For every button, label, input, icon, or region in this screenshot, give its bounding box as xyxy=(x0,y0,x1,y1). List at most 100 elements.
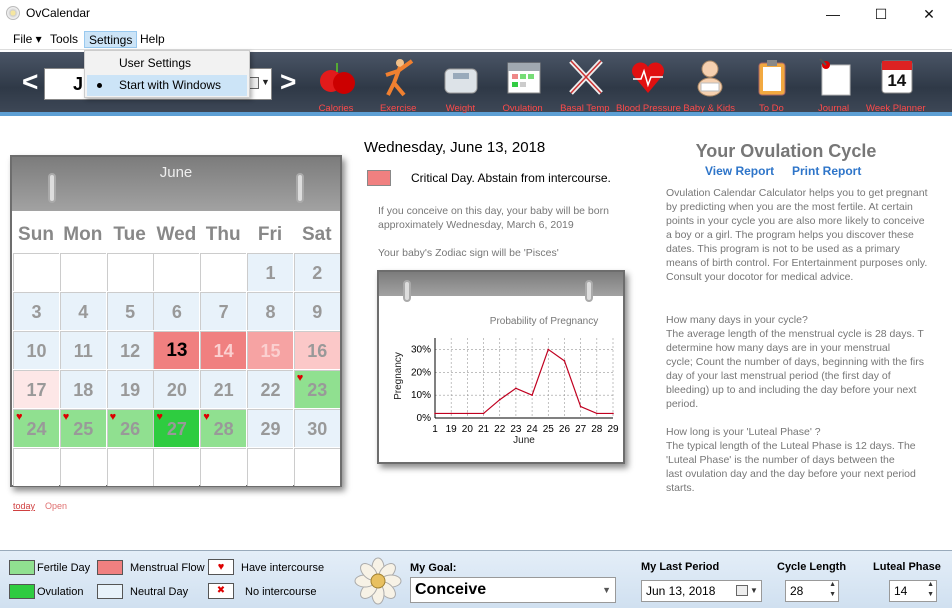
calendar-day-cell[interactable]: 30 xyxy=(293,409,340,447)
view-report-link[interactable]: View Report xyxy=(705,164,774,178)
calendar-day-cell[interactable]: 29 xyxy=(247,409,293,447)
goal-label: My Goal: xyxy=(410,562,457,574)
calendar-day-cell[interactable]: 21 xyxy=(200,370,247,408)
menu-start-with-windows[interactable]: Start with Windows xyxy=(87,75,247,96)
cycle-length-stepper[interactable]: 28 ▲ ▼ xyxy=(785,580,839,602)
selected-date-title: Wednesday, June 13, 2018 xyxy=(364,139,546,156)
toolbar-exercise-button[interactable]: Exercise xyxy=(367,52,429,116)
chart-x-tick: 19 xyxy=(446,424,458,435)
toolbar-ovulation-button[interactable]: Ovulation xyxy=(492,52,554,116)
month-calendar: June Sun Mon Tue Wed Thu Fri Sat 1 2 3 4 5 6 7 8 9 10 11 1… xyxy=(10,155,342,487)
weekday-header: Tue xyxy=(113,224,146,245)
luteal-phase-stepper[interactable]: 14 ▲ ▼ xyxy=(889,580,937,602)
calendar-day-cell[interactable]: 16 xyxy=(293,331,340,369)
app-flower-icon xyxy=(6,6,20,20)
menu-settings[interactable]: Settings xyxy=(84,31,138,48)
info-text-line: last ovulation day and the day before yo… xyxy=(666,468,916,480)
toolbar-journal-button[interactable]: Journal xyxy=(803,52,865,116)
luteal-phase-value: 14 xyxy=(894,584,908,598)
calendar-day-cell[interactable]: 28 ♥ xyxy=(200,409,247,447)
spinner-arrows-icon[interactable]: ▲ ▼ xyxy=(829,580,836,600)
prev-date-button[interactable]: < xyxy=(22,66,38,98)
next-date-button[interactable]: > xyxy=(280,66,296,98)
day-number: 3 xyxy=(31,302,42,322)
chevron-down-icon: ▼ xyxy=(261,77,270,87)
calendar-day-cell[interactable]: 6 xyxy=(153,292,200,330)
toolbar-to-do-button[interactable]: To Do xyxy=(740,52,802,116)
calendar-day-cell[interactable]: 5 xyxy=(106,292,153,330)
day-number: 18 xyxy=(73,380,94,400)
calendar-day-cell[interactable]: 4 xyxy=(59,292,106,330)
last-period-date-picker[interactable]: Jun 13, 2018 ▼ xyxy=(641,580,762,602)
toolbar-baby-kids-button[interactable]: Baby & Kids xyxy=(678,52,740,116)
calendar-day-cell[interactable]: 10 xyxy=(13,331,59,369)
toolbar-calories-button[interactable]: Calories xyxy=(305,52,367,116)
calendar-day-cell[interactable]: 11 xyxy=(59,331,106,369)
open-link[interactable]: Open xyxy=(45,501,67,511)
calendar-day-cell[interactable]: 1 xyxy=(247,253,293,291)
today-link[interactable]: today xyxy=(13,501,35,511)
calendar-day-cell[interactable]: 20 xyxy=(153,370,200,408)
calendar-day-cell xyxy=(106,448,153,486)
no-intercourse-icon: ✖ xyxy=(208,583,234,599)
calendar-day-cell[interactable]: 7 xyxy=(200,292,247,330)
chart-x-tick: 1 xyxy=(432,424,438,435)
day-number: 30 xyxy=(307,419,328,439)
day-number: 8 xyxy=(265,302,276,322)
ovulation-swatch xyxy=(9,584,35,599)
toolbar-item-label: Journal xyxy=(818,103,850,114)
maximize-button[interactable]: ☐ xyxy=(858,0,904,28)
toolbar-weight-button[interactable]: Weight xyxy=(429,52,491,116)
menu-help[interactable]: Help xyxy=(136,31,169,48)
calendar-day-cell[interactable]: 19 xyxy=(106,370,153,408)
info-text-line: a boy or a girl. The program helps you d… xyxy=(666,229,914,241)
calendar-day-cell[interactable]: 26 ♥ xyxy=(106,409,153,447)
toolbar-basal-temp-button[interactable]: Basal Temp xyxy=(554,52,616,116)
calendar-day-cell[interactable]: 2 xyxy=(293,253,340,291)
last-period-label: My Last Period xyxy=(641,561,720,573)
calendar-day-cell[interactable]: 17 xyxy=(13,370,59,408)
goal-select[interactable]: Conceive ▼ xyxy=(410,577,616,603)
heart-icon: ♥ xyxy=(109,411,117,423)
calendar-day-cell[interactable]: 13 xyxy=(153,331,200,369)
spinner-arrows-icon[interactable]: ▲ ▼ xyxy=(927,580,934,600)
info-text-line: The typical length of the Luteal Phase i… xyxy=(666,440,916,452)
toolbar-item-label: Basal Temp xyxy=(560,103,610,114)
calendar-day-cell[interactable]: 24 ♥ xyxy=(13,409,59,447)
binder-ring-icon xyxy=(48,173,56,203)
calendar-day-cell[interactable]: 12 xyxy=(106,331,153,369)
daisy-flower-icon xyxy=(354,557,402,605)
menu-file[interactable]: File ▾ xyxy=(9,31,46,48)
print-report-link[interactable]: Print Report xyxy=(792,164,861,178)
calendar-day-cell[interactable]: 18 xyxy=(59,370,106,408)
neutral-label: Neutral Day xyxy=(130,586,189,598)
calendar-day-cell[interactable]: 14 xyxy=(200,331,247,369)
info-text-line: starts. xyxy=(666,482,695,494)
cycle-length-value: 28 xyxy=(790,584,804,598)
calendar-day-cell[interactable]: 22 xyxy=(247,370,293,408)
toolbar-item-label: Weight xyxy=(445,103,476,114)
calendar-day-cell[interactable]: 23 ♥ xyxy=(293,370,340,408)
thermometer-icon xyxy=(567,57,605,97)
calendar-day-cell xyxy=(247,448,293,486)
calendar-day-cell[interactable]: 25 ♥ xyxy=(59,409,106,447)
menstrual-swatch xyxy=(97,560,123,575)
minimize-button[interactable]: — xyxy=(810,0,856,28)
apples-icon xyxy=(318,57,356,97)
calendar-day-cell[interactable]: 27 ♥ xyxy=(153,409,200,447)
calendar-day-cell[interactable]: 9 xyxy=(293,292,340,330)
close-button[interactable]: ✕ xyxy=(906,0,952,28)
toolbar-blood-pressure-button[interactable]: Blood Pressure xyxy=(616,52,681,116)
menu-user-settings[interactable]: User Settings xyxy=(87,53,247,74)
calendar-day-cell[interactable]: 8 xyxy=(247,292,293,330)
day-number: 17 xyxy=(26,380,47,400)
toolbar-item-label: To Do xyxy=(758,103,784,114)
title-bar: OvCalendar — ☐ ✕ xyxy=(0,0,952,28)
calendar-day-cell xyxy=(200,448,247,486)
calendar-day-cell[interactable]: 3 xyxy=(13,292,59,330)
calendar-day-cell[interactable]: 15 xyxy=(247,331,293,369)
menu-tools[interactable]: Tools xyxy=(46,31,82,48)
born-line-2: approximately Wednesday, March 6, 2019 xyxy=(378,219,574,231)
day-number: 16 xyxy=(307,341,328,361)
toolbar-week-planner-button[interactable]: 14 Week Planner xyxy=(865,52,927,116)
